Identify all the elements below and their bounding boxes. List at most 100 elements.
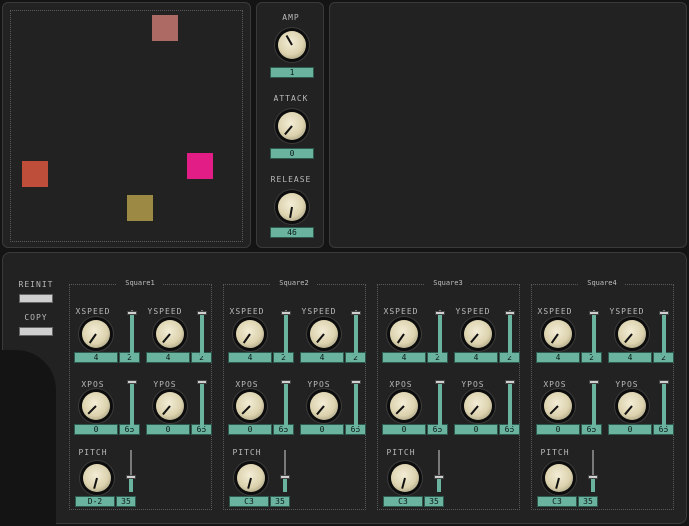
knob-pointer xyxy=(241,405,251,415)
pitch-slider-value[interactable]: 35 xyxy=(116,496,136,507)
xspeed-knob[interactable] xyxy=(82,320,110,348)
pitch-slider-value[interactable]: 35 xyxy=(424,496,444,507)
xpos-slider[interactable] xyxy=(126,380,138,428)
canvas-area[interactable] xyxy=(10,10,243,242)
pitch-slider[interactable] xyxy=(587,450,599,492)
slider-thumb[interactable] xyxy=(589,311,599,315)
yspeed-knob[interactable] xyxy=(156,320,184,348)
slider-thumb[interactable] xyxy=(127,380,137,384)
pitch-knob[interactable] xyxy=(391,464,419,492)
xspeed-value[interactable]: 4 xyxy=(382,352,426,363)
ypos-slider[interactable] xyxy=(658,380,670,428)
slider-thumb[interactable] xyxy=(351,311,361,315)
xpos-knob[interactable] xyxy=(82,392,110,420)
slider-thumb[interactable] xyxy=(505,380,515,384)
slider-thumb[interactable] xyxy=(126,475,136,479)
square-4[interactable] xyxy=(127,195,153,221)
ypos-value[interactable]: 0 xyxy=(454,424,498,435)
xspeed-slider[interactable] xyxy=(126,310,138,356)
ypos-value[interactable]: 0 xyxy=(608,424,652,435)
square-2[interactable] xyxy=(187,153,213,179)
yspeed-value[interactable]: 4 xyxy=(454,352,498,363)
slider-thumb[interactable] xyxy=(435,311,445,315)
ypos-value[interactable]: 0 xyxy=(146,424,190,435)
slider-thumb[interactable] xyxy=(659,311,669,315)
pitch-value[interactable]: D-2 xyxy=(75,496,115,507)
copy-button[interactable] xyxy=(19,327,53,336)
xpos-slider[interactable] xyxy=(280,380,292,428)
amp-knob[interactable] xyxy=(278,31,306,59)
square-1[interactable] xyxy=(152,15,178,41)
ypos-knob[interactable] xyxy=(618,392,646,420)
xspeed-value[interactable]: 4 xyxy=(228,352,272,363)
reinit-button[interactable] xyxy=(19,294,53,303)
yspeed-slider[interactable] xyxy=(658,310,670,356)
yspeed-knob[interactable] xyxy=(618,320,646,348)
ypos-slider[interactable] xyxy=(196,380,208,428)
xpos-knob[interactable] xyxy=(236,392,264,420)
xspeed-knob[interactable] xyxy=(390,320,418,348)
xspeed-slider[interactable] xyxy=(434,310,446,356)
xpos-knob[interactable] xyxy=(544,392,572,420)
pitch-slider[interactable] xyxy=(279,450,291,492)
xspeed-knob[interactable] xyxy=(236,320,264,348)
slider-thumb[interactable] xyxy=(197,311,207,315)
pitch-value[interactable]: C3 xyxy=(383,496,423,507)
pitch-knob[interactable] xyxy=(237,464,265,492)
yspeed-value[interactable]: 4 xyxy=(146,352,190,363)
yspeed-value[interactable]: 4 xyxy=(608,352,652,363)
slider-thumb[interactable] xyxy=(505,311,515,315)
xspeed-value[interactable]: 4 xyxy=(536,352,580,363)
slider-thumb[interactable] xyxy=(659,380,669,384)
yspeed-label: YSPEED xyxy=(609,307,645,316)
slider-thumb[interactable] xyxy=(588,475,598,479)
xpos-slider[interactable] xyxy=(588,380,600,428)
release-value[interactable]: 46 xyxy=(270,227,314,238)
yspeed-knob[interactable] xyxy=(310,320,338,348)
slider-thumb[interactable] xyxy=(281,380,291,384)
amp-value[interactable]: 1 xyxy=(270,67,314,78)
ypos-knob[interactable] xyxy=(464,392,492,420)
xpos-value[interactable]: 0 xyxy=(382,424,426,435)
slider-thumb[interactable] xyxy=(127,311,137,315)
slider-thumb[interactable] xyxy=(197,380,207,384)
release-knob[interactable] xyxy=(278,193,306,221)
yspeed-slider[interactable] xyxy=(504,310,516,356)
ypos-slider[interactable] xyxy=(350,380,362,428)
yspeed-slider[interactable] xyxy=(196,310,208,356)
slider-thumb[interactable] xyxy=(351,380,361,384)
attack-value[interactable]: 0 xyxy=(270,148,314,159)
slider-thumb[interactable] xyxy=(434,475,444,479)
attack-knob[interactable] xyxy=(278,112,306,140)
pitch-knob[interactable] xyxy=(83,464,111,492)
ypos-knob[interactable] xyxy=(310,392,338,420)
knob-pointer xyxy=(242,333,251,344)
pitch-value[interactable]: C3 xyxy=(537,496,577,507)
ypos-knob[interactable] xyxy=(156,392,184,420)
pitch-slider-value[interactable]: 35 xyxy=(270,496,290,507)
xpos-slider[interactable] xyxy=(434,380,446,428)
xpos-knob[interactable] xyxy=(390,392,418,420)
yspeed-value[interactable]: 4 xyxy=(300,352,344,363)
slider-thumb[interactable] xyxy=(589,380,599,384)
ypos-value[interactable]: 0 xyxy=(300,424,344,435)
xspeed-slider[interactable] xyxy=(280,310,292,356)
xspeed-knob[interactable] xyxy=(544,320,572,348)
pitch-slider[interactable] xyxy=(433,450,445,492)
pitch-knob[interactable] xyxy=(545,464,573,492)
slider-thumb[interactable] xyxy=(281,311,291,315)
pitch-value[interactable]: C3 xyxy=(229,496,269,507)
xspeed-value[interactable]: 4 xyxy=(74,352,118,363)
yspeed-slider[interactable] xyxy=(350,310,362,356)
xpos-value[interactable]: 0 xyxy=(74,424,118,435)
xpos-value[interactable]: 0 xyxy=(536,424,580,435)
slider-thumb[interactable] xyxy=(280,475,290,479)
square-3[interactable] xyxy=(22,161,48,187)
yspeed-knob[interactable] xyxy=(464,320,492,348)
pitch-slider[interactable] xyxy=(125,450,137,492)
xspeed-slider[interactable] xyxy=(588,310,600,356)
slider-thumb[interactable] xyxy=(435,380,445,384)
pitch-slider-value[interactable]: 35 xyxy=(578,496,598,507)
ypos-slider[interactable] xyxy=(504,380,516,428)
xpos-value[interactable]: 0 xyxy=(228,424,272,435)
